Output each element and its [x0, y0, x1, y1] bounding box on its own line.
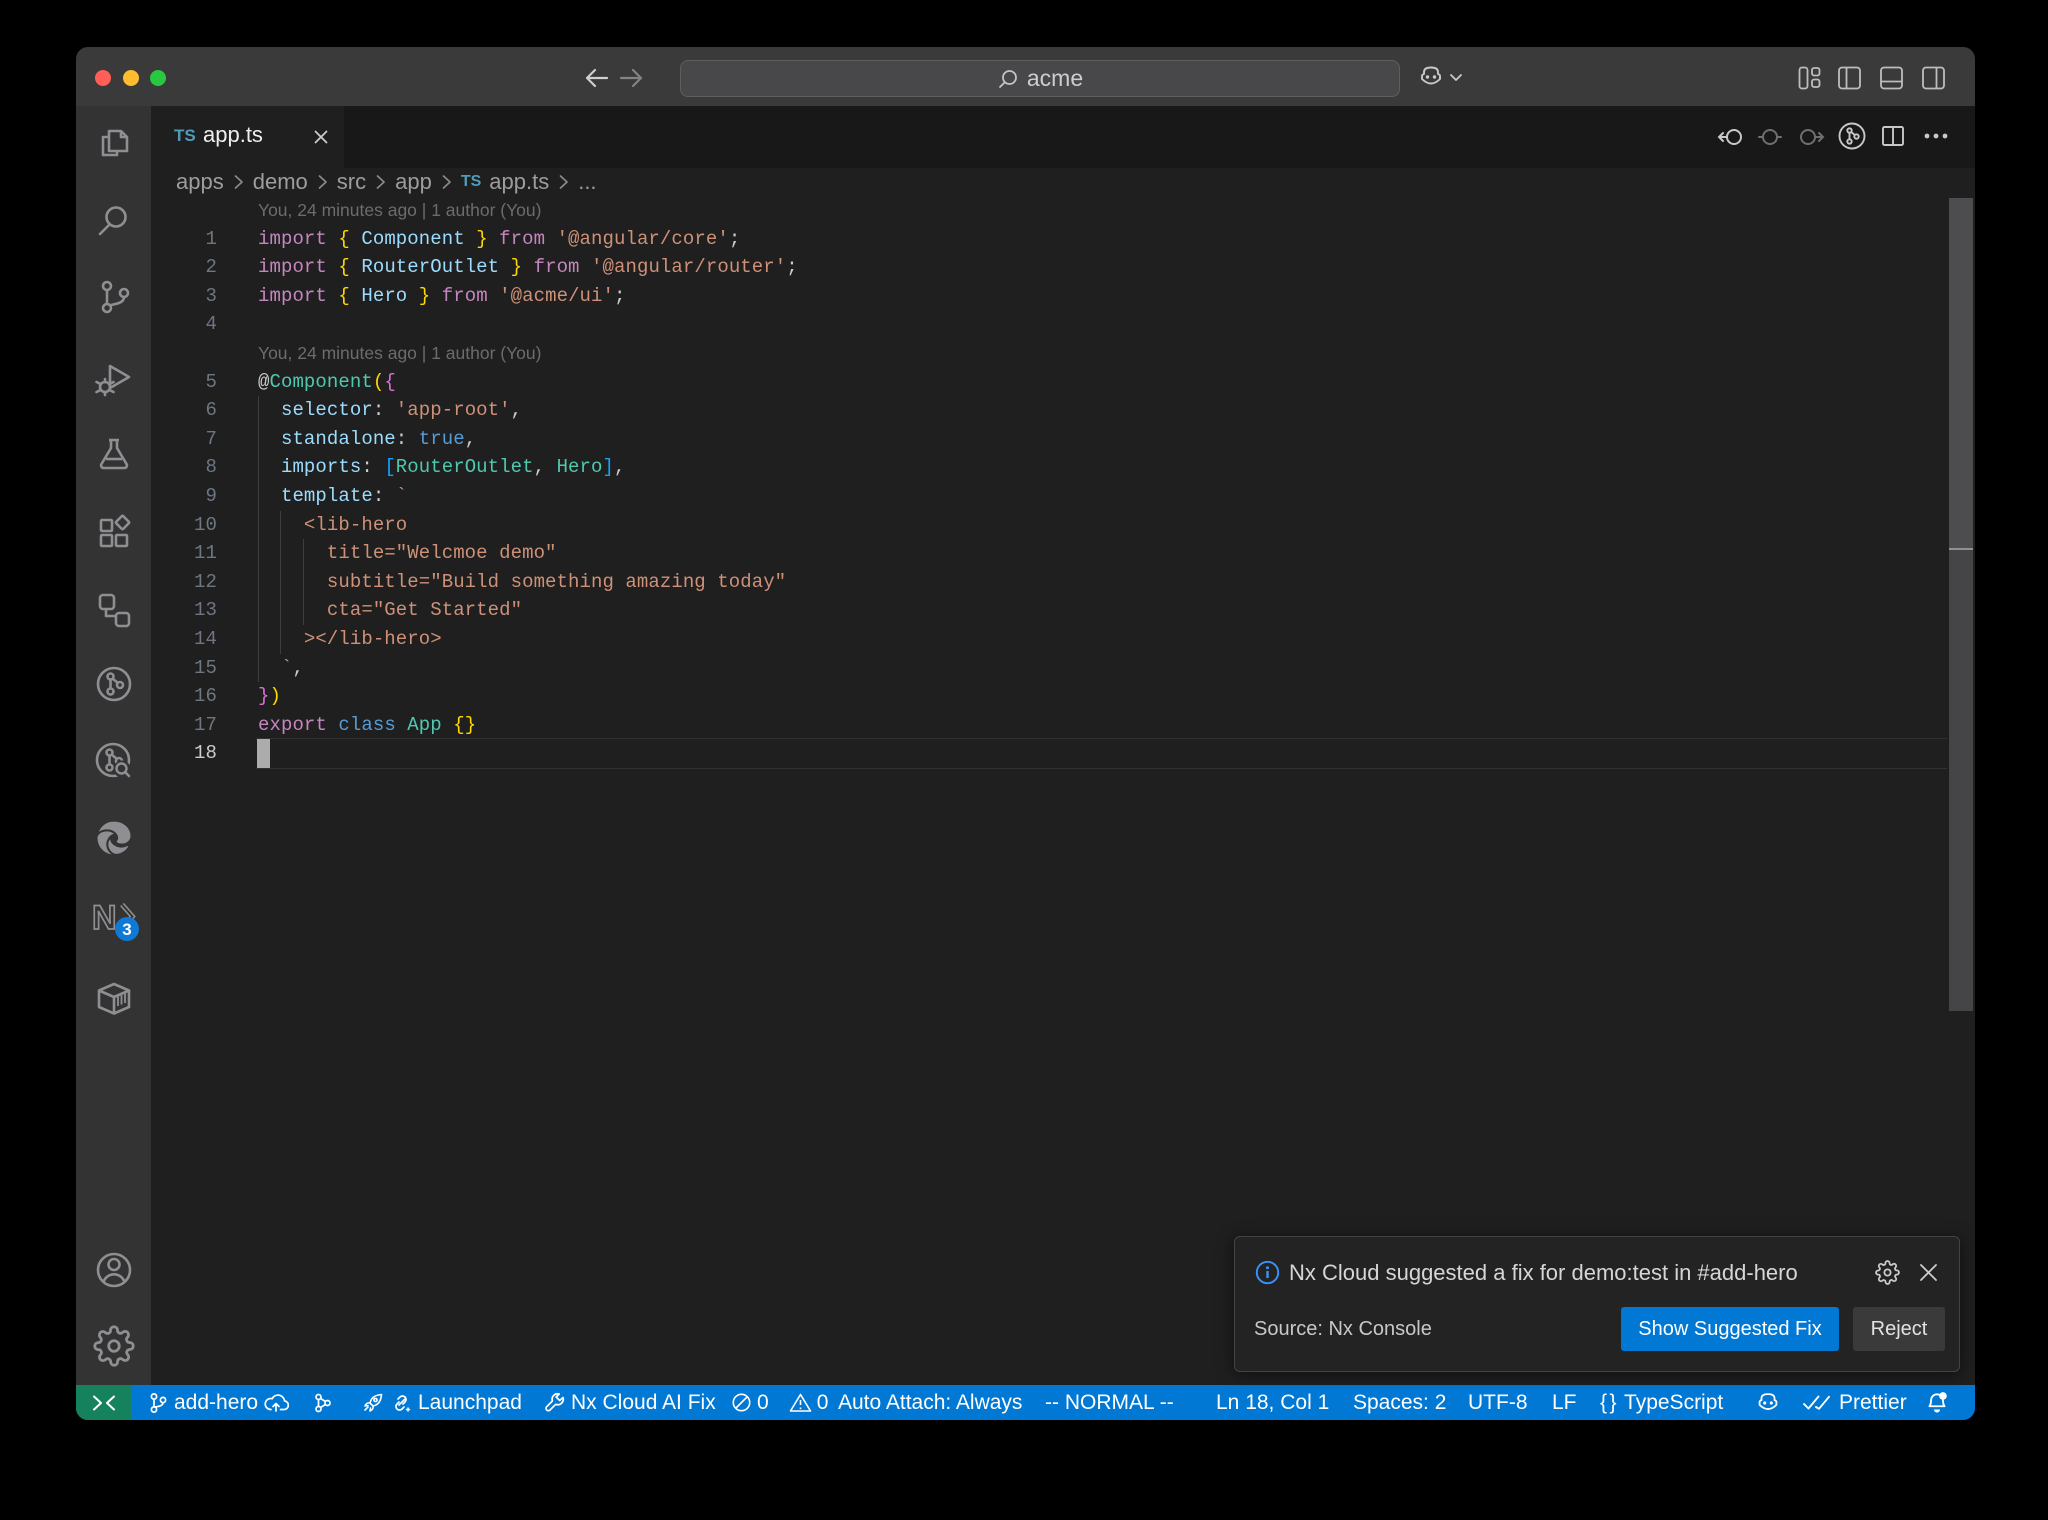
svg-text:3: 3 [122, 920, 131, 939]
svg-text:N: N [92, 899, 117, 937]
